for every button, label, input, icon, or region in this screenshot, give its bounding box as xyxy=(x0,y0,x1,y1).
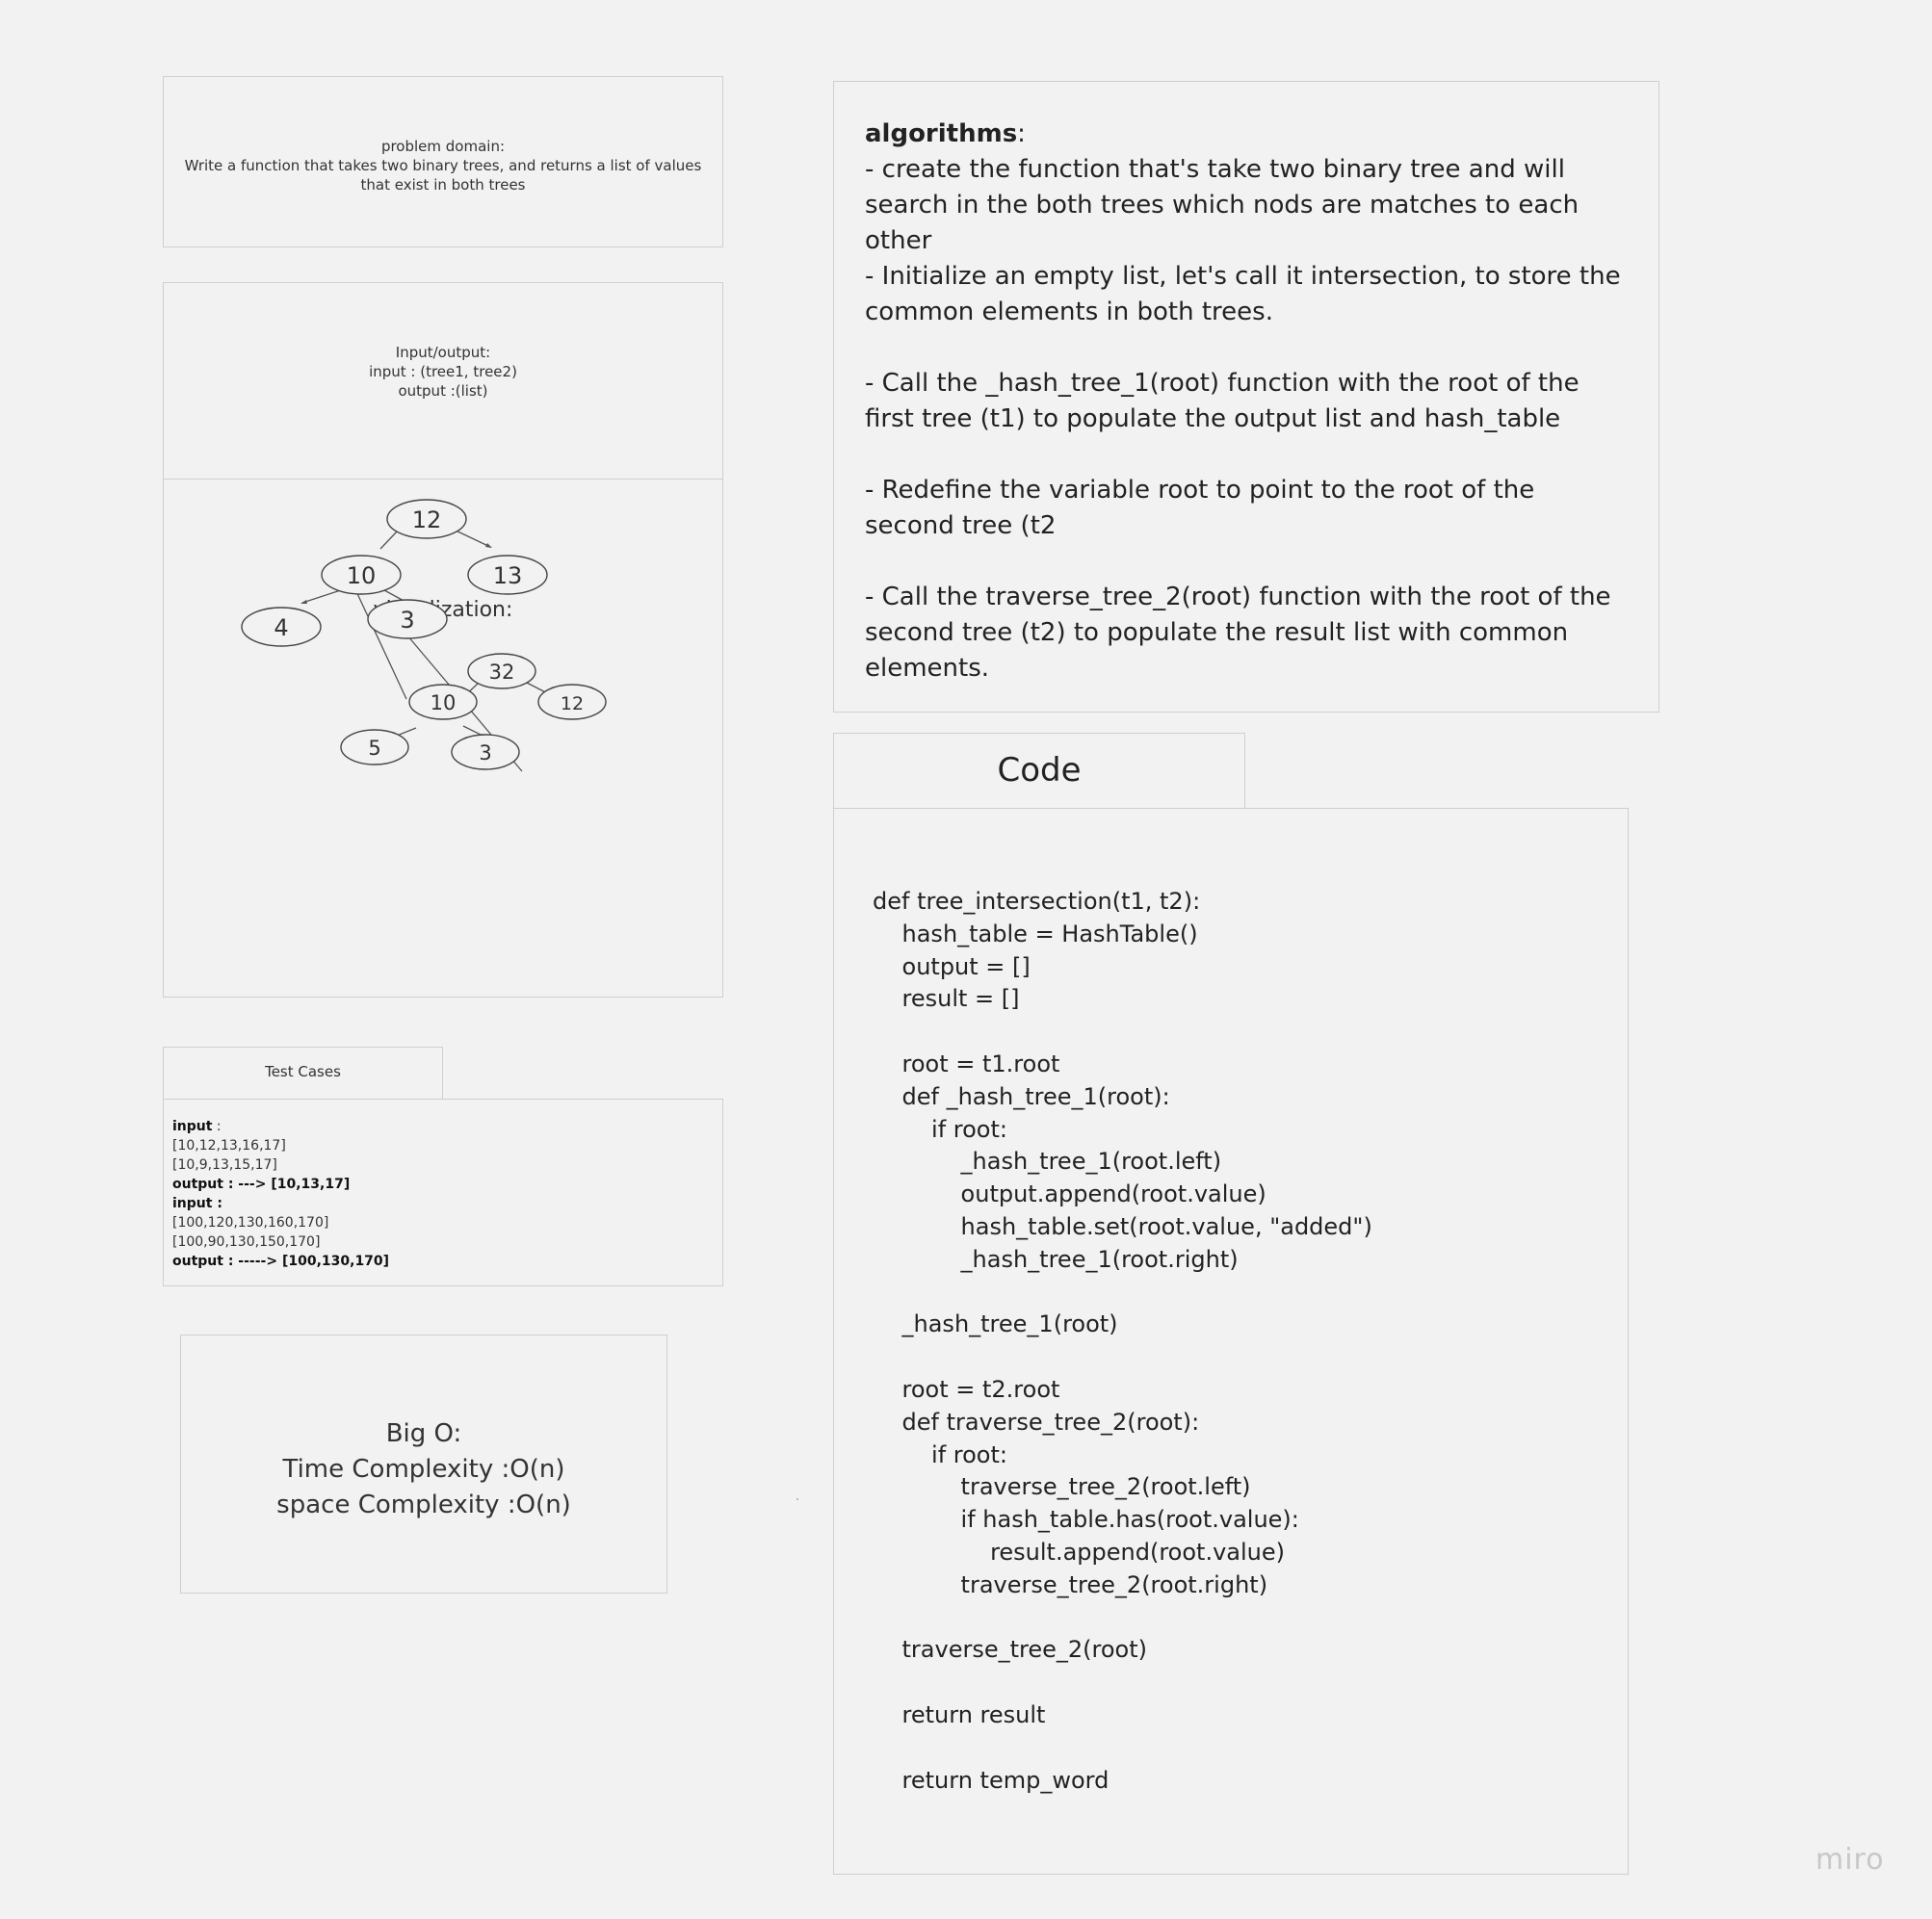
node-label-5: 5 xyxy=(368,737,380,760)
code-tab-label: Code xyxy=(997,751,1082,790)
edge-12-10 xyxy=(379,530,399,550)
algorithm-step-1: - create the function that's take two bi… xyxy=(865,155,1580,255)
node-label-3: 3 xyxy=(400,607,414,634)
test-case-1-output: output : ---> [10,13,17] xyxy=(172,1177,351,1192)
input-output-heading: Input/output: xyxy=(395,344,491,361)
input-label: input xyxy=(172,1119,213,1134)
test-cases-list: input : [10,12,13,16,17] [10,9,13,15,17]… xyxy=(172,1117,389,1271)
space-complexity: space Complexity :O(n) xyxy=(276,1491,571,1519)
tree-diagram: 12 10 13 4 3 32 10 12 5 3 xyxy=(241,499,607,772)
visualization-card: visualization: xyxy=(163,479,723,998)
node-label-10-lower: 10 xyxy=(431,691,457,714)
algorithms-text: algorithms: - create the function that's… xyxy=(865,117,1630,687)
problem-domain-text: problem domain: Write a function that ta… xyxy=(171,137,715,194)
algorithms-colon: : xyxy=(1017,119,1026,148)
node-label-32: 32 xyxy=(489,661,515,684)
algorithm-step-4: - Redefine the variable root to point to… xyxy=(865,476,1535,540)
stray-dot xyxy=(796,1498,798,1500)
code-card: def tree_intersection(t1, t2): hash_tabl… xyxy=(833,808,1629,1875)
node-label-13: 13 xyxy=(493,562,523,589)
test-cases-label: Test Cases xyxy=(265,1063,341,1080)
node-label-3-lower: 3 xyxy=(479,741,491,765)
node-label-4: 4 xyxy=(274,614,288,641)
problem-domain-heading: problem domain: xyxy=(380,138,506,155)
input-output-text: Input/output: input : (tree1, tree2) out… xyxy=(164,343,722,401)
arrow-12-13 xyxy=(485,543,492,548)
test-cases-card: input : [10,12,13,16,17] [10,9,13,15,17]… xyxy=(163,1099,723,1286)
algorithms-heading: algorithms: xyxy=(865,117,1630,152)
test-case-1-input: input : xyxy=(172,1117,389,1136)
code-block: def tree_intersection(t1, t2): hash_tabl… xyxy=(873,888,1372,1794)
algorithm-step-5: - Call the traverse_tree_2(root) functio… xyxy=(865,583,1611,683)
node-label-12-root: 12 xyxy=(412,506,442,533)
test-case-1-line-1: [10,12,13,16,17] xyxy=(172,1138,286,1154)
algorithms-title: algorithms xyxy=(865,119,1018,148)
algorithms-card: algorithms: - create the function that's… xyxy=(833,81,1659,713)
test-case-1-line-2: [10,9,13,15,17] xyxy=(172,1157,277,1173)
test-case-2-line-2: [100,90,130,150,170] xyxy=(172,1234,321,1250)
output-line: output :(list) xyxy=(398,382,488,400)
miro-logo: miro xyxy=(1815,1843,1885,1877)
test-case-2-output: output : -----> [100,130,170] xyxy=(172,1254,390,1269)
test-case-2-input: input : xyxy=(172,1196,222,1211)
big-o-text: Big O: Time Complexity :O(n) space Compl… xyxy=(181,1416,666,1523)
input-suffix: : xyxy=(212,1119,222,1134)
input-line: input : (tree1, tree2) xyxy=(369,363,517,380)
big-o-card: Big O: Time Complexity :O(n) space Compl… xyxy=(180,1335,667,1594)
problem-domain-card: problem domain: Write a function that ta… xyxy=(163,76,723,247)
time-complexity: Time Complexity :O(n) xyxy=(282,1455,565,1484)
arrow-10-4 xyxy=(300,600,307,604)
test-case-2-line-1: [100,120,130,160,170] xyxy=(172,1215,329,1231)
node-label-10: 10 xyxy=(347,562,377,589)
code-tab: Code xyxy=(833,733,1245,810)
node-label-12-lower: 12 xyxy=(561,693,584,714)
big-o-heading: Big O: xyxy=(385,1419,462,1448)
algorithm-step-2: - Initialize an empty list, let's call i… xyxy=(865,262,1621,326)
input-output-card: Input/output: input : (tree1, tree2) out… xyxy=(163,282,723,480)
test-cases-tab: Test Cases xyxy=(163,1047,443,1100)
algorithm-step-3: - Call the _hash_tree_1(root) function w… xyxy=(865,369,1580,433)
problem-domain-description: Write a function that takes two binary t… xyxy=(184,157,702,194)
